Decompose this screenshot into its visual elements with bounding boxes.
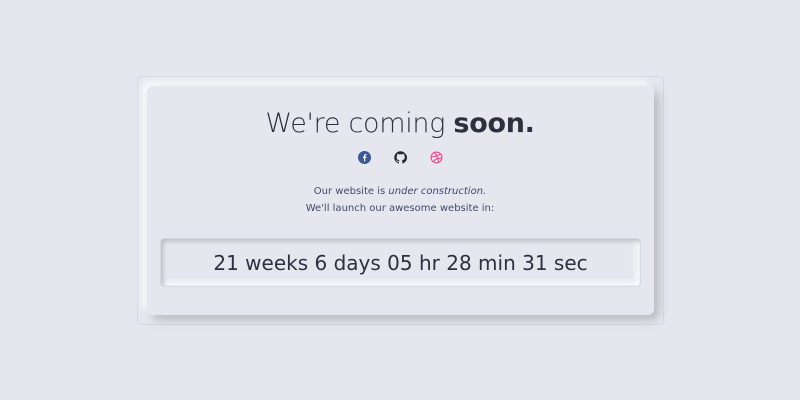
title-prefix: We're coming [265, 108, 454, 139]
launch-notice: We'll launch our awesome website in: [305, 203, 495, 214]
social-links [0, 150, 800, 164]
github-icon[interactable] [393, 150, 407, 164]
dribbble-icon[interactable] [429, 150, 443, 164]
page-title: We're coming soon. [0, 108, 800, 139]
countdown-text: 21 weeks 6 days 05 hr 28 min 31 sec [213, 250, 588, 275]
notice-prefix: Our website is [313, 186, 389, 197]
facebook-icon[interactable] [357, 150, 371, 164]
construction-notice: Our website is under construction. [0, 186, 800, 197]
countdown-timer: 21 weeks 6 days 05 hr 28 min 31 sec [160, 238, 641, 287]
notice-emphasis: under construction. [388, 186, 487, 197]
title-bold: soon. [453, 108, 535, 139]
